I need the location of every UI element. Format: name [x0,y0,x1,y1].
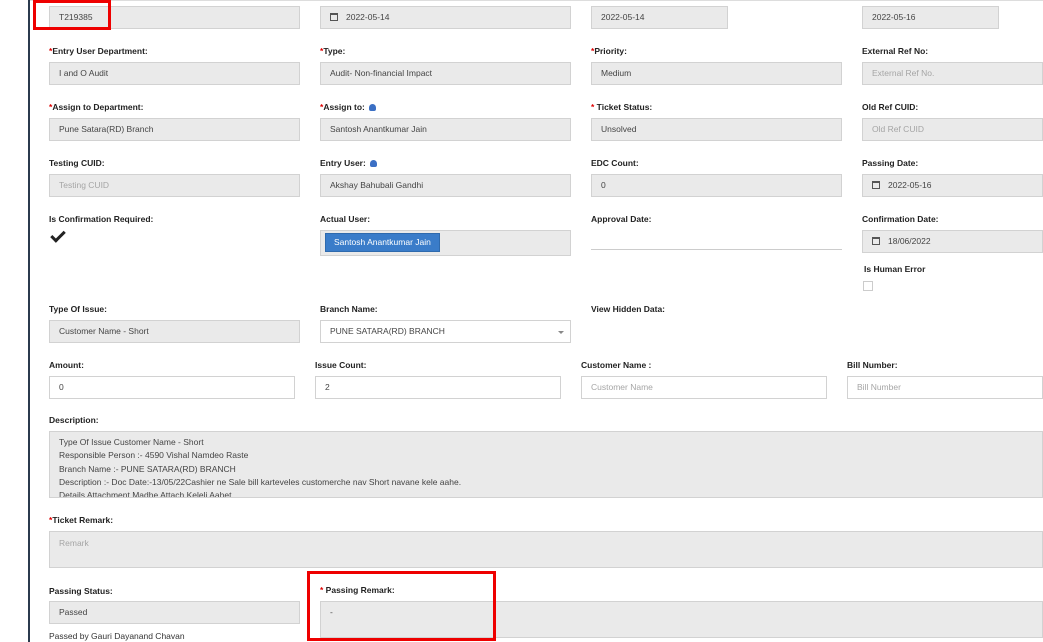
ticket-status-field[interactable]: Unsolved [591,118,842,141]
customer-name-label: Customer Name : [581,360,652,370]
testing-cuid-label: Testing CUID: [49,158,105,168]
issue-count-label: Issue Count: [315,360,367,370]
description-line: Responsible Person :- 4590 Vishal Namdeo… [59,450,249,461]
entry-dept-label: *Entry User Department: [49,46,148,56]
checkmark-icon[interactable] [50,227,66,243]
highlight-box-passing-remark [307,571,496,641]
calendar-icon [872,237,880,245]
amount-input[interactable]: 0 [49,376,295,399]
date-field-1[interactable]: 2022-05-14 [320,6,571,29]
passing-date-value: 2022-05-16 [888,180,932,190]
approval-date-label: Approval Date: [591,214,652,224]
old-ref-label: Old Ref CUID: [862,102,919,112]
edc-count-label: EDC Count: [591,158,639,168]
passed-by-text: Passed by Gauri Dayanand Chavan [49,631,185,641]
confirmation-date-field[interactable]: 18/06/2022 [862,230,1043,253]
bill-number-input[interactable]: Bill Number [847,376,1043,399]
passing-status-field[interactable]: Passed [49,601,300,624]
edc-count-field[interactable]: 0 [591,174,842,197]
chevron-down-icon [558,331,564,334]
branch-name-value: PUNE SATARA(RD) BRANCH [330,326,445,336]
description-label: Description: [49,415,99,425]
issue-count-input[interactable]: 2 [315,376,561,399]
human-error-label: Is Human Error [864,264,926,274]
description-line: Type Of Issue Customer Name - Short [59,437,204,447]
actual-user-field[interactable]: Santosh Anantkumar Jain [320,230,571,256]
amount-label: Amount: [49,360,84,370]
entry-user-field[interactable]: Akshay Bahubali Gandhi [320,174,571,197]
type-label: *Type: [320,46,346,56]
description-line: Description :- Doc Date:-13/05/22Cashier… [59,476,462,487]
confirmation-date-value: 18/06/2022 [888,236,931,246]
actual-user-label: Actual User: [320,214,371,224]
external-ref-input[interactable]: External Ref No. [862,62,1043,85]
ticket-remark-label: *Ticket Remark: [49,515,114,525]
user-icon [370,160,378,167]
view-hidden-data-label[interactable]: View Hidden Data: [591,304,665,314]
priority-label: *Priority: [591,46,627,56]
description-line: Details Attachment Madhe Attach Keleli A… [59,490,232,498]
branch-name-select[interactable]: PUNE SATARA(RD) BRANCH [320,320,571,343]
passing-status-label: Passing Status: [49,586,113,596]
ticket-status-label: * Ticket Status: [591,102,653,112]
confirmation-required-label: Is Confirmation Required: [49,214,154,224]
assign-dept-field[interactable]: Pune Satara(RD) Branch [49,118,300,141]
date-field-1-value: 2022-05-14 [346,12,390,22]
entry-dept-field[interactable]: I and O Audit [49,62,300,85]
bill-number-label: Bill Number: [847,360,898,370]
type-field[interactable]: Audit- Non-financial Impact [320,62,571,85]
description-line: Branch Name :- PUNE SATARA(RD) BRANCH [59,463,236,474]
branch-name-label: Branch Name: [320,304,378,314]
assign-to-field[interactable]: Santosh Anantkumar Jain [320,118,571,141]
date-field-2[interactable]: 2022-05-14 [591,6,728,29]
priority-field[interactable]: Medium [591,62,842,85]
confirmation-date-label: Confirmation Date: [862,214,939,224]
human-error-checkbox[interactable] [863,281,873,291]
assign-dept-label: *Assign to Department: [49,102,144,112]
passing-date-label: Passing Date: [862,158,919,168]
user-icon [369,104,377,111]
ticket-remark-textarea[interactable]: Remark [49,531,1043,568]
calendar-icon [330,13,338,21]
old-ref-input[interactable]: Old Ref CUID [862,118,1043,141]
issue-type-field[interactable]: Customer Name - Short [49,320,300,343]
entry-user-label: Entry User: [320,158,378,168]
actual-user-tag[interactable]: Santosh Anantkumar Jain [325,233,440,252]
highlight-box-ticket [33,0,111,30]
issue-type-label: Type Of Issue: [49,304,107,314]
description-textarea[interactable]: Type Of Issue Customer Name - Short Resp… [49,431,1043,498]
assign-to-label: *Assign to: [320,102,377,112]
calendar-icon [872,181,880,189]
date-field-3[interactable]: 2022-05-16 [862,6,999,29]
approval-date-input[interactable] [591,230,842,250]
testing-cuid-input[interactable]: Testing CUID [49,174,300,197]
external-ref-label: External Ref No: [862,46,929,56]
customer-name-input[interactable]: Customer Name [581,376,827,399]
left-sidebar [0,0,30,642]
passing-date-field[interactable]: 2022-05-16 [862,174,1043,197]
